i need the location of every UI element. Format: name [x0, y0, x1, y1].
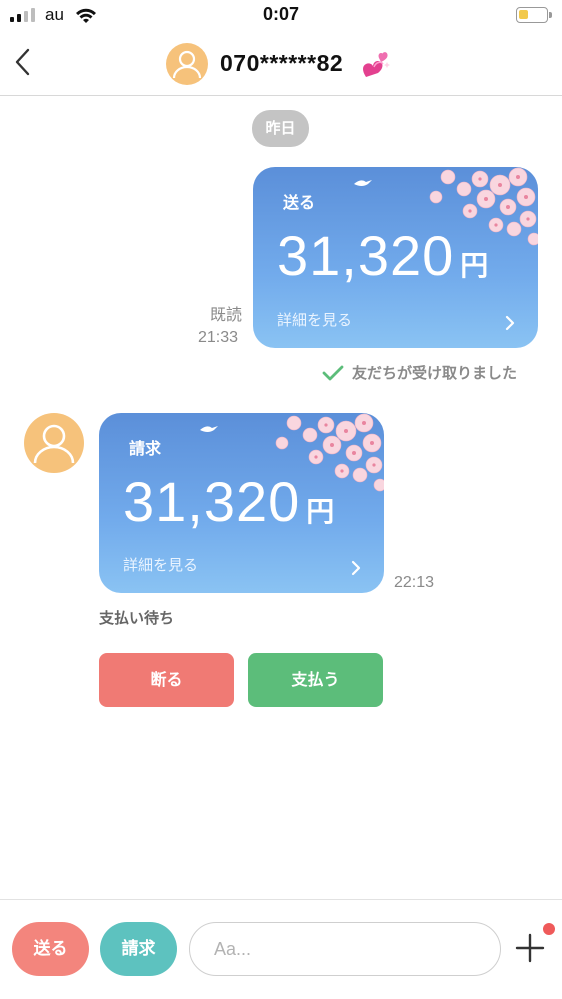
chevron-right-icon	[351, 560, 361, 576]
message-timestamp: 22:13	[394, 574, 435, 591]
decline-button[interactable]: 断る	[99, 653, 234, 707]
sent-money-card[interactable]: 送る 31,320 円 詳細を見る	[253, 167, 538, 348]
chat-header: 070******82	[0, 32, 562, 96]
request-money-button[interactable]: 請求	[100, 922, 177, 976]
notification-dot	[543, 923, 555, 935]
status-time: 0:07	[262, 4, 300, 24]
bird-decoration	[200, 426, 218, 432]
card-type-label: 送る	[283, 193, 316, 212]
received-status: 友だちが受け取りました	[322, 362, 517, 383]
details-link[interactable]: 詳細を見る	[123, 554, 198, 575]
amount-value: 31,320	[277, 224, 455, 287]
pay-button[interactable]: 支払う	[248, 653, 383, 707]
battery-icon	[516, 7, 552, 23]
currency-unit: 円	[306, 495, 336, 528]
chevron-right-icon	[505, 315, 515, 331]
card-type-label: 請求	[129, 439, 162, 458]
plus-icon[interactable]	[514, 932, 546, 964]
message-timestamp: 21:33	[198, 329, 239, 346]
person-icon	[172, 50, 202, 79]
contact-name: 070******82	[220, 50, 344, 76]
sparkling-heart-icon	[363, 52, 390, 77]
request-money-card[interactable]: 請求 31,320 円 詳細を見る	[99, 413, 384, 593]
send-money-button[interactable]: 送る	[12, 922, 89, 976]
read-receipt: 既読	[210, 305, 243, 324]
currency-unit: 円	[460, 249, 490, 282]
details-link[interactable]: 詳細を見る	[277, 309, 352, 330]
bird-decoration	[354, 180, 372, 186]
message-input[interactable]	[189, 922, 501, 976]
check-icon	[322, 365, 344, 380]
card-amount: 31,320 円	[277, 223, 489, 288]
amount-value: 31,320	[123, 470, 301, 533]
avatar[interactable]	[24, 413, 84, 473]
status-bar: au 0:07	[0, 0, 562, 32]
person-icon	[33, 424, 75, 464]
avatar[interactable]	[166, 43, 208, 85]
date-separator: 昨日	[252, 110, 309, 147]
status-text: 友だちが受け取りました	[352, 364, 518, 382]
composer-bar: 送る 請求	[0, 899, 562, 999]
chevron-left-icon[interactable]	[10, 46, 38, 78]
card-amount: 31,320 円	[123, 469, 335, 534]
payment-status: 支払い待ち	[99, 609, 175, 627]
